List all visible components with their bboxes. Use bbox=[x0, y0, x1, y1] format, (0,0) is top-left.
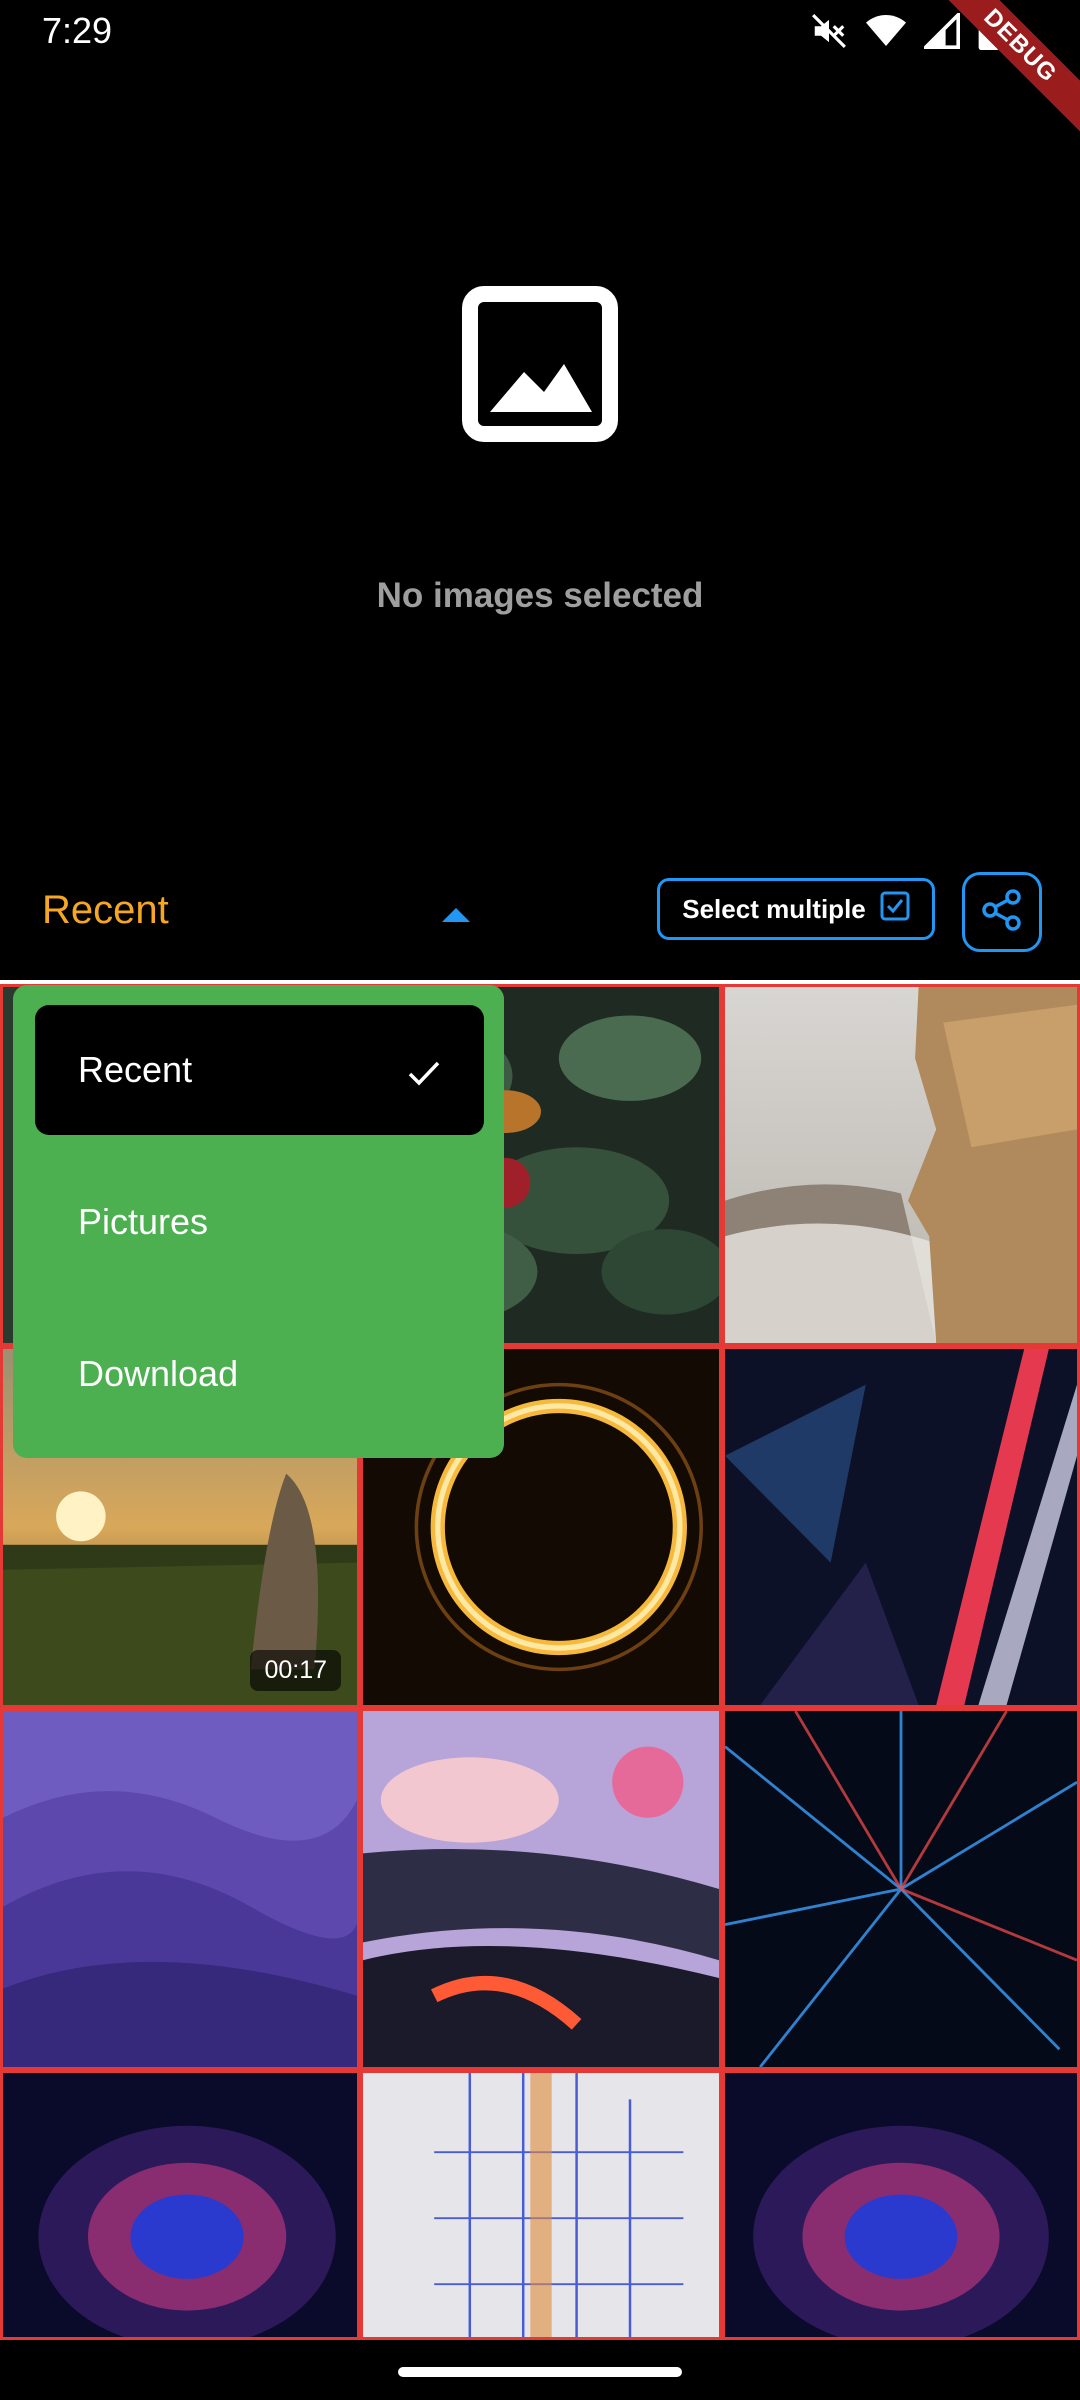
empty-selection-text: No images selected bbox=[376, 576, 704, 615]
select-multiple-label: Select multiple bbox=[682, 893, 866, 924]
album-selector[interactable]: Recent bbox=[42, 888, 169, 933]
share-button[interactable] bbox=[962, 872, 1042, 952]
grid-tile[interactable] bbox=[360, 2070, 722, 2340]
caret-up-icon[interactable] bbox=[442, 906, 470, 927]
dropdown-item-download[interactable]: Download bbox=[35, 1309, 484, 1439]
checkbox-icon bbox=[880, 891, 910, 928]
dropdown-item-label: Download bbox=[78, 1353, 239, 1394]
dropdown-item-recent[interactable]: Recent bbox=[35, 1005, 484, 1135]
preview-area: No images selected bbox=[0, 64, 1080, 874]
wifi-icon bbox=[866, 13, 906, 49]
video-duration-badge: 00:17 bbox=[250, 1650, 341, 1691]
grid-tile[interactable] bbox=[722, 2070, 1080, 2340]
home-indicator[interactable] bbox=[398, 2367, 682, 2377]
album-dropdown-menu: Recent Pictures Download bbox=[13, 985, 504, 1458]
grid-tile[interactable] bbox=[0, 1708, 360, 2070]
grid-tile[interactable] bbox=[0, 2070, 360, 2340]
grid-tile[interactable] bbox=[722, 1346, 1080, 1708]
dropdown-item-label: Pictures bbox=[78, 1201, 209, 1242]
grid-tile[interactable] bbox=[722, 1708, 1080, 2070]
status-bar: 7:29 bbox=[0, 0, 1080, 64]
check-icon bbox=[408, 1053, 440, 1095]
share-icon bbox=[980, 888, 1024, 937]
dropdown-item-pictures[interactable]: Pictures bbox=[35, 1157, 484, 1287]
grid-tile[interactable] bbox=[360, 1708, 722, 2070]
dropdown-item-label: Recent bbox=[78, 1049, 193, 1090]
grid-tile[interactable] bbox=[722, 984, 1080, 1346]
signal-icon bbox=[924, 13, 960, 49]
select-multiple-button[interactable]: Select multiple bbox=[657, 878, 935, 940]
mute-icon bbox=[810, 12, 848, 50]
status-time: 7:29 bbox=[42, 10, 113, 51]
image-placeholder-icon bbox=[462, 286, 618, 447]
